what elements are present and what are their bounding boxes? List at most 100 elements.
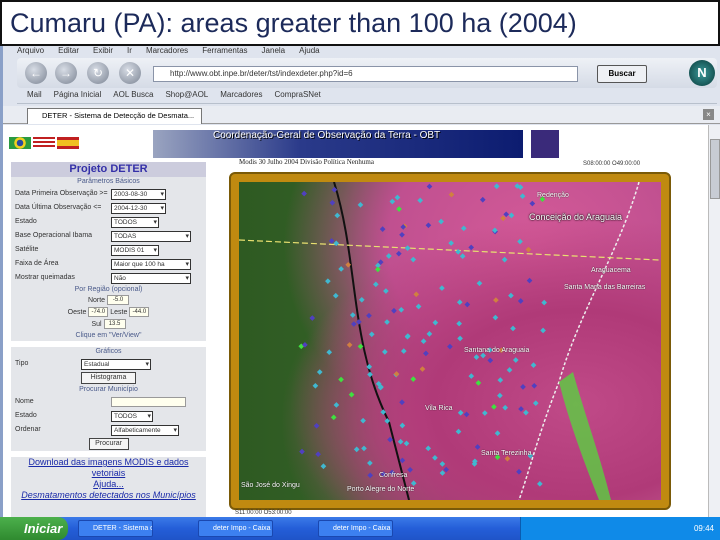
reload-button[interactable]: ↻	[87, 62, 109, 84]
search-municipio-button[interactable]: Procurar	[88, 438, 129, 450]
taskbar-item[interactable]: deter Impo - Caixa d...	[318, 520, 393, 537]
close-tab-icon[interactable]: ×	[703, 109, 714, 120]
language-flags	[9, 137, 79, 149]
area-range-select[interactable]: Maior que 100 ha	[111, 259, 191, 270]
menu-item[interactable]: Arquivo	[17, 46, 44, 56]
east-input[interactable]: -44.0	[129, 307, 150, 317]
flag-spain-icon[interactable]	[57, 137, 79, 149]
help-link[interactable]: Ajuda...	[11, 479, 206, 490]
back-button[interactable]: ←	[25, 62, 47, 84]
bookmark-item[interactable]: Marcadores	[220, 90, 262, 103]
deforestation-marker	[516, 468, 522, 475]
search-button[interactable]: Buscar	[597, 65, 647, 83]
satellite-map[interactable]: Redenção Conceição do Araguaia Araguacem…	[239, 182, 661, 500]
deforestation-marker	[394, 194, 401, 201]
vertical-scrollbar[interactable]	[708, 125, 720, 517]
slide-title: Cumaru (PA): areas greater than 100 ha (…	[0, 0, 720, 46]
deforestation-marker	[379, 226, 386, 232]
deforestation-marker	[439, 285, 445, 291]
deforestation-marker	[375, 266, 381, 273]
bookmark-item[interactable]: Shop@AOL	[165, 90, 208, 103]
tab-deter[interactable]: DETER - Sistema de Detecção de Desmata..…	[27, 108, 202, 124]
deforestation-marker	[367, 460, 373, 466]
field-row: Base Operacional Ibama TODAS	[11, 229, 206, 243]
deforestation-marker	[506, 367, 513, 373]
menu-item[interactable]: Ir	[127, 46, 132, 56]
deforestation-marker	[501, 256, 508, 263]
deforestation-marker	[413, 291, 420, 298]
url-input[interactable]: http://www.obt.inpe.br/deter/tst/indexde…	[153, 66, 578, 82]
menu-item[interactable]: Exibir	[93, 46, 113, 56]
deforestation-marker	[523, 409, 529, 416]
deforestation-marker	[396, 206, 402, 212]
histogram-button[interactable]: Histograma	[81, 372, 136, 384]
deforestation-marker	[526, 277, 533, 284]
taskbar-item[interactable]: DETER - Sistema de D...	[78, 520, 153, 537]
west-input[interactable]: -74.0	[88, 307, 109, 317]
map-frame[interactable]: Redenção Conceição do Araguaia Araguacem…	[229, 172, 671, 510]
menu-item[interactable]: Ajuda	[299, 46, 319, 56]
last-date-select[interactable]: 2004-12-30	[111, 203, 166, 214]
place-label: Araguacema	[591, 267, 631, 274]
deforestation-marker	[399, 422, 406, 429]
deforestation-marker	[455, 428, 462, 435]
deforestation-marker	[312, 382, 319, 389]
deforestation-marker	[493, 297, 499, 303]
ibama-base-select[interactable]: TODAS	[111, 231, 191, 242]
deforestation-marker	[473, 354, 480, 360]
deforestation-marker	[474, 444, 481, 450]
deforestation-marker	[349, 312, 356, 318]
first-date-select[interactable]: 2003-08-30	[111, 189, 166, 200]
page-content: Projeto DETER Parâmetros Básicos Data Pr…	[3, 125, 708, 517]
north-input[interactable]: -5.0	[107, 295, 130, 305]
deforestation-marker	[500, 215, 506, 222]
bookmark-item[interactable]: Mail	[27, 90, 42, 103]
municipio-state-select[interactable]: TODOS	[111, 411, 153, 422]
scroll-thumb[interactable]	[710, 139, 720, 199]
deforestation-marker	[447, 343, 453, 350]
flag-brazil-icon[interactable]	[9, 137, 31, 149]
deforestation-marker	[519, 193, 526, 199]
stop-button[interactable]: ✕	[119, 62, 141, 84]
satellite-select[interactable]: MODIS 01	[111, 245, 159, 256]
place-label: Santa Terezinha	[481, 450, 532, 457]
deforestation-marker	[482, 410, 488, 416]
deforestation-municipios-link[interactable]: Desmatamentos detectados nos Municípios	[11, 490, 206, 501]
south-input[interactable]: 13.5	[103, 319, 126, 329]
bookmark-item[interactable]: Página Inicial	[54, 90, 102, 103]
forward-button[interactable]: →	[55, 62, 77, 84]
state-select[interactable]: TODOS	[111, 217, 159, 228]
menu-item[interactable]: Janela	[262, 46, 286, 56]
bookmark-item[interactable]: CompraSNet	[275, 90, 321, 103]
order-select[interactable]: Alfabeticamente	[111, 425, 179, 436]
show-fires-select[interactable]: Não	[111, 273, 191, 284]
deforestation-marker	[494, 430, 501, 437]
field-row: Satélite MODIS 01	[11, 243, 206, 257]
graph-type-select[interactable]: Estadual	[81, 359, 151, 370]
deforestation-marker	[367, 472, 374, 479]
menu-item[interactable]: Marcadores	[146, 46, 188, 56]
bookmark-item[interactable]: AOL Busca	[113, 90, 153, 103]
deforestation-marker	[361, 445, 367, 452]
deforestation-marker	[330, 414, 337, 421]
deforestation-marker	[525, 246, 532, 253]
deforestation-marker	[399, 231, 405, 238]
deforestation-marker	[372, 281, 379, 288]
deforestation-marker	[530, 362, 537, 368]
taskbar-item[interactable]: deter Impo - Caixa d...	[198, 520, 273, 537]
nav-toolbar: ← → ↻ ✕ http://www.obt.inpe.br/deter/tst…	[17, 58, 717, 88]
deforestation-marker	[334, 212, 341, 219]
start-button[interactable]: Iniciar	[0, 517, 68, 540]
download-link[interactable]: Download das imagens MODIS e dados vetor…	[11, 457, 206, 479]
municipio-name-input[interactable]	[111, 397, 186, 407]
menu-item[interactable]: Ferramentas	[202, 46, 247, 56]
flag-usa-icon[interactable]	[33, 137, 55, 149]
obt-banner: Coordenação-Geral de Observação da Terra…	[153, 130, 523, 158]
deforestation-marker	[320, 463, 327, 470]
deforestation-marker	[479, 196, 486, 203]
menu-item[interactable]: Editar	[58, 46, 79, 56]
deforestation-marker	[299, 448, 305, 455]
deforestation-marker	[443, 466, 450, 473]
deforestation-marker	[439, 461, 446, 467]
deforestation-marker	[520, 384, 526, 390]
